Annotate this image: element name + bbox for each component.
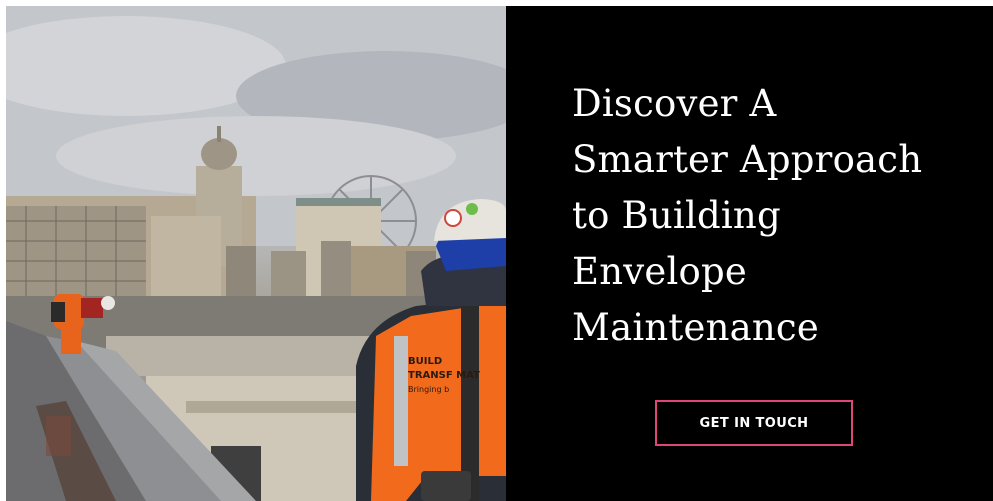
headline-line-2: Smarter Approach — [572, 138, 923, 181]
hero-headline: Discover A Smarter Approach to Building … — [572, 76, 972, 356]
headline-line-3: to Building — [572, 194, 781, 237]
headline-line-5: Maintenance — [572, 306, 819, 349]
rooftop-workers-illustration: BUILD TRANSF MAT Bringing b — [6, 6, 506, 501]
page-frame: BUILD TRANSF MAT Bringing b Discover A S… — [0, 0, 993, 501]
vest-text-line2: TRANSF MAT — [408, 370, 480, 381]
get-in-touch-button[interactable]: GET IN TOUCH — [655, 400, 853, 446]
hero-photo: BUILD TRANSF MAT Bringing b — [6, 6, 506, 501]
headline-line-4: Envelope — [572, 250, 747, 293]
hero-panel: Discover A Smarter Approach to Building … — [506, 6, 993, 501]
vest-text-line1: BUILD — [408, 356, 442, 367]
vest-text-line3: Bringing b — [408, 385, 449, 394]
headline-line-1: Discover A — [572, 82, 777, 125]
